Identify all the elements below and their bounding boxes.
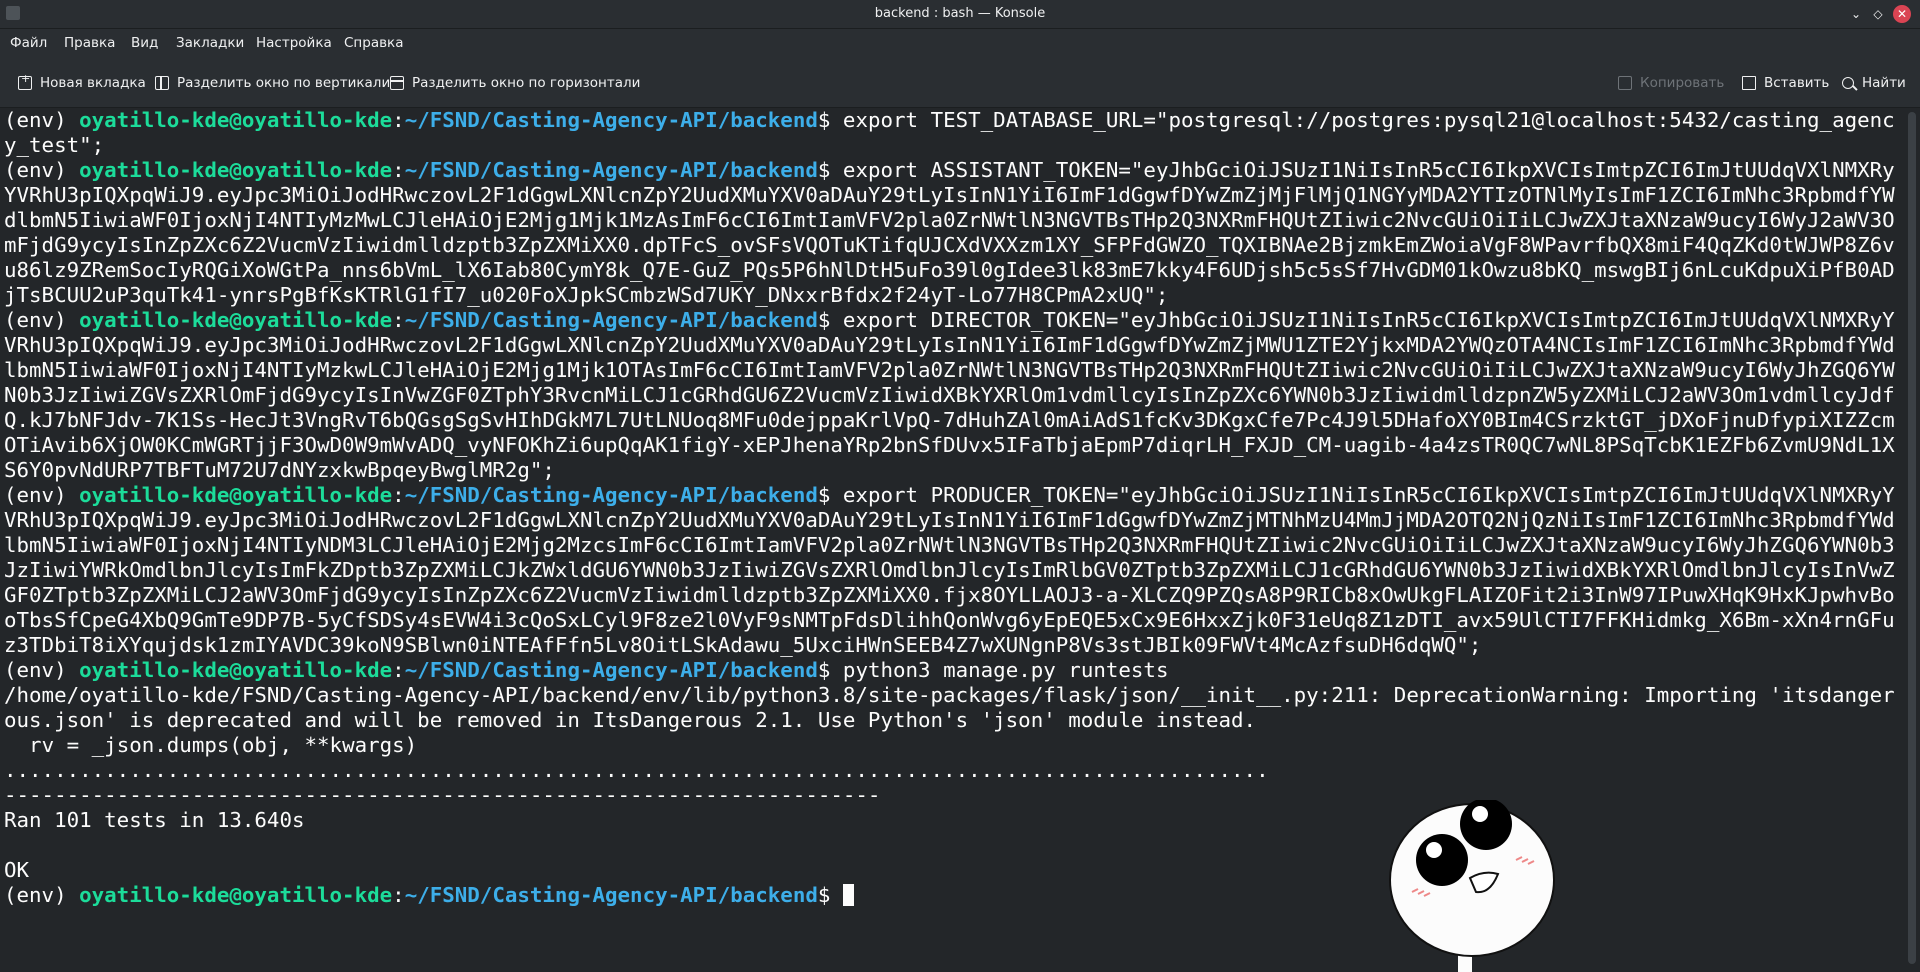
close-button[interactable]: ✕ <box>1893 5 1911 23</box>
prompt-sign: $ <box>817 658 843 682</box>
minimize-button[interactable]: ⌄ <box>1847 5 1865 23</box>
menu-bookmarks[interactable]: Закладки <box>176 35 244 51</box>
prompt-sign: $ <box>817 308 843 332</box>
copy-icon <box>1618 76 1632 90</box>
meme-face-right-eye <box>1460 800 1512 850</box>
split-vertical-icon <box>155 76 169 90</box>
prompt-user: oyatillo-kde@oyatillo-kde <box>79 308 393 332</box>
meme-face-left-eye-shine <box>1426 842 1442 858</box>
prompt-path: ~/FSND/Casting-Agency-API/backend <box>404 308 818 332</box>
prompt-sign: $ <box>817 108 843 132</box>
prompt-user: oyatillo-kde@oyatillo-kde <box>79 108 393 132</box>
prompt-env: (env) <box>4 308 80 332</box>
prompt-env: (env) <box>4 883 80 907</box>
menu-bar: Файл Правка Вид Закладки Настройка Справ… <box>0 29 1920 57</box>
new-tab-icon <box>18 72 32 90</box>
find-label: Найти <box>1862 75 1906 91</box>
scrollbar-thumb[interactable] <box>1908 112 1916 964</box>
prompt-path: ~/FSND/Casting-Agency-API/backend <box>404 658 818 682</box>
prompt-user: oyatillo-kde@oyatillo-kde <box>79 883 393 907</box>
prompt-path: ~/FSND/Casting-Agency-API/backend <box>404 158 818 182</box>
copy-button[interactable]: Копировать <box>1618 72 1724 94</box>
prompt-sep: : <box>392 483 405 507</box>
prompt-sign: $ <box>817 483 843 507</box>
paste-button[interactable]: Вставить <box>1742 72 1829 94</box>
warning-output: /home/oyatillo-kde/FSND/Casting-Agency-A… <box>4 683 1895 732</box>
title-bar[interactable]: backend : bash — Konsole ⌄ ◇ ✕ <box>0 0 1920 29</box>
prompt-sep: : <box>392 883 405 907</box>
prompt-user: oyatillo-kde@oyatillo-kde <box>79 483 393 507</box>
copy-label: Копировать <box>1640 75 1725 91</box>
find-button[interactable]: Найти <box>1842 72 1906 94</box>
prompt-path: ~/FSND/Casting-Agency-API/backend <box>404 108 818 132</box>
prompt-sep: : <box>392 658 405 682</box>
split-horizontal-icon <box>390 76 404 90</box>
terminal-area[interactable]: (env) oyatillo-kde@oyatillo-kde:~/FSND/C… <box>0 108 1904 972</box>
prompt-sep: : <box>392 158 405 182</box>
new-tab-button[interactable]: Новая вкладка <box>18 72 146 94</box>
menu-settings[interactable]: Настройка <box>256 35 332 51</box>
prompt-user: oyatillo-kde@oyatillo-kde <box>79 658 393 682</box>
scrollbar[interactable] <box>1904 108 1920 972</box>
window-title: backend : bash — Konsole <box>874 6 1046 21</box>
prompt-env: (env) <box>4 108 80 132</box>
split-horizontal-label: Разделить окно по горизонтали <box>412 75 641 91</box>
prompt-sign: $ <box>817 883 843 907</box>
search-icon <box>1842 77 1854 89</box>
separator-line: ----------------------------------------… <box>4 783 881 807</box>
split-vertical-button[interactable]: Разделить окно по вертикали <box>155 72 390 94</box>
split-vertical-label: Разделить окно по вертикали <box>177 75 391 91</box>
menu-help[interactable]: Справка <box>344 35 403 51</box>
prompt-env: (env) <box>4 658 80 682</box>
command-line: export DIRECTOR_TOKEN="eyJhbGciOiJSUzI1N… <box>4 308 1895 482</box>
new-tab-label: Новая вкладка <box>40 75 146 91</box>
prompt-sep: : <box>392 108 405 132</box>
prompt-sep: : <box>392 308 405 332</box>
split-horizontal-button[interactable]: Разделить окно по горизонтали <box>390 72 640 94</box>
test-result: OK <box>4 858 30 882</box>
menu-view[interactable]: Вид <box>131 35 158 51</box>
prompt-sign: $ <box>817 158 843 182</box>
maximize-button[interactable]: ◇ <box>1869 5 1887 23</box>
meme-face-right-eye-shine <box>1472 806 1488 822</box>
paste-icon <box>1742 76 1756 90</box>
terminal-output: (env) oyatillo-kde@oyatillo-kde:~/FSND/C… <box>4 108 1900 908</box>
menu-edit[interactable]: Правка <box>64 35 115 51</box>
toolbar: Новая вкладка Разделить окно по вертикал… <box>0 57 1920 108</box>
warning-code: rv = _json.dumps(obj, **kwargs) <box>4 733 418 757</box>
test-dots: ........................................… <box>4 758 1269 782</box>
meme-face-left-eye <box>1416 834 1468 886</box>
command-line: export PRODUCER_TOKEN="eyJhbGciOiJSUzI1N… <box>4 483 1895 657</box>
prompt-path: ~/FSND/Casting-Agency-API/backend <box>404 483 818 507</box>
test-summary: Ran 101 tests in 13.640s <box>4 808 305 832</box>
prompt-path: ~/FSND/Casting-Agency-API/backend <box>404 883 818 907</box>
meme-face <box>1389 800 1555 972</box>
menu-file[interactable]: Файл <box>10 35 47 51</box>
command-line: python3 manage.py runtests <box>842 658 1169 682</box>
prompt-user: oyatillo-kde@oyatillo-kde <box>79 158 393 182</box>
prompt-env: (env) <box>4 158 80 182</box>
text-cursor <box>842 884 854 906</box>
paste-label: Вставить <box>1764 75 1830 91</box>
prompt-env: (env) <box>4 483 80 507</box>
